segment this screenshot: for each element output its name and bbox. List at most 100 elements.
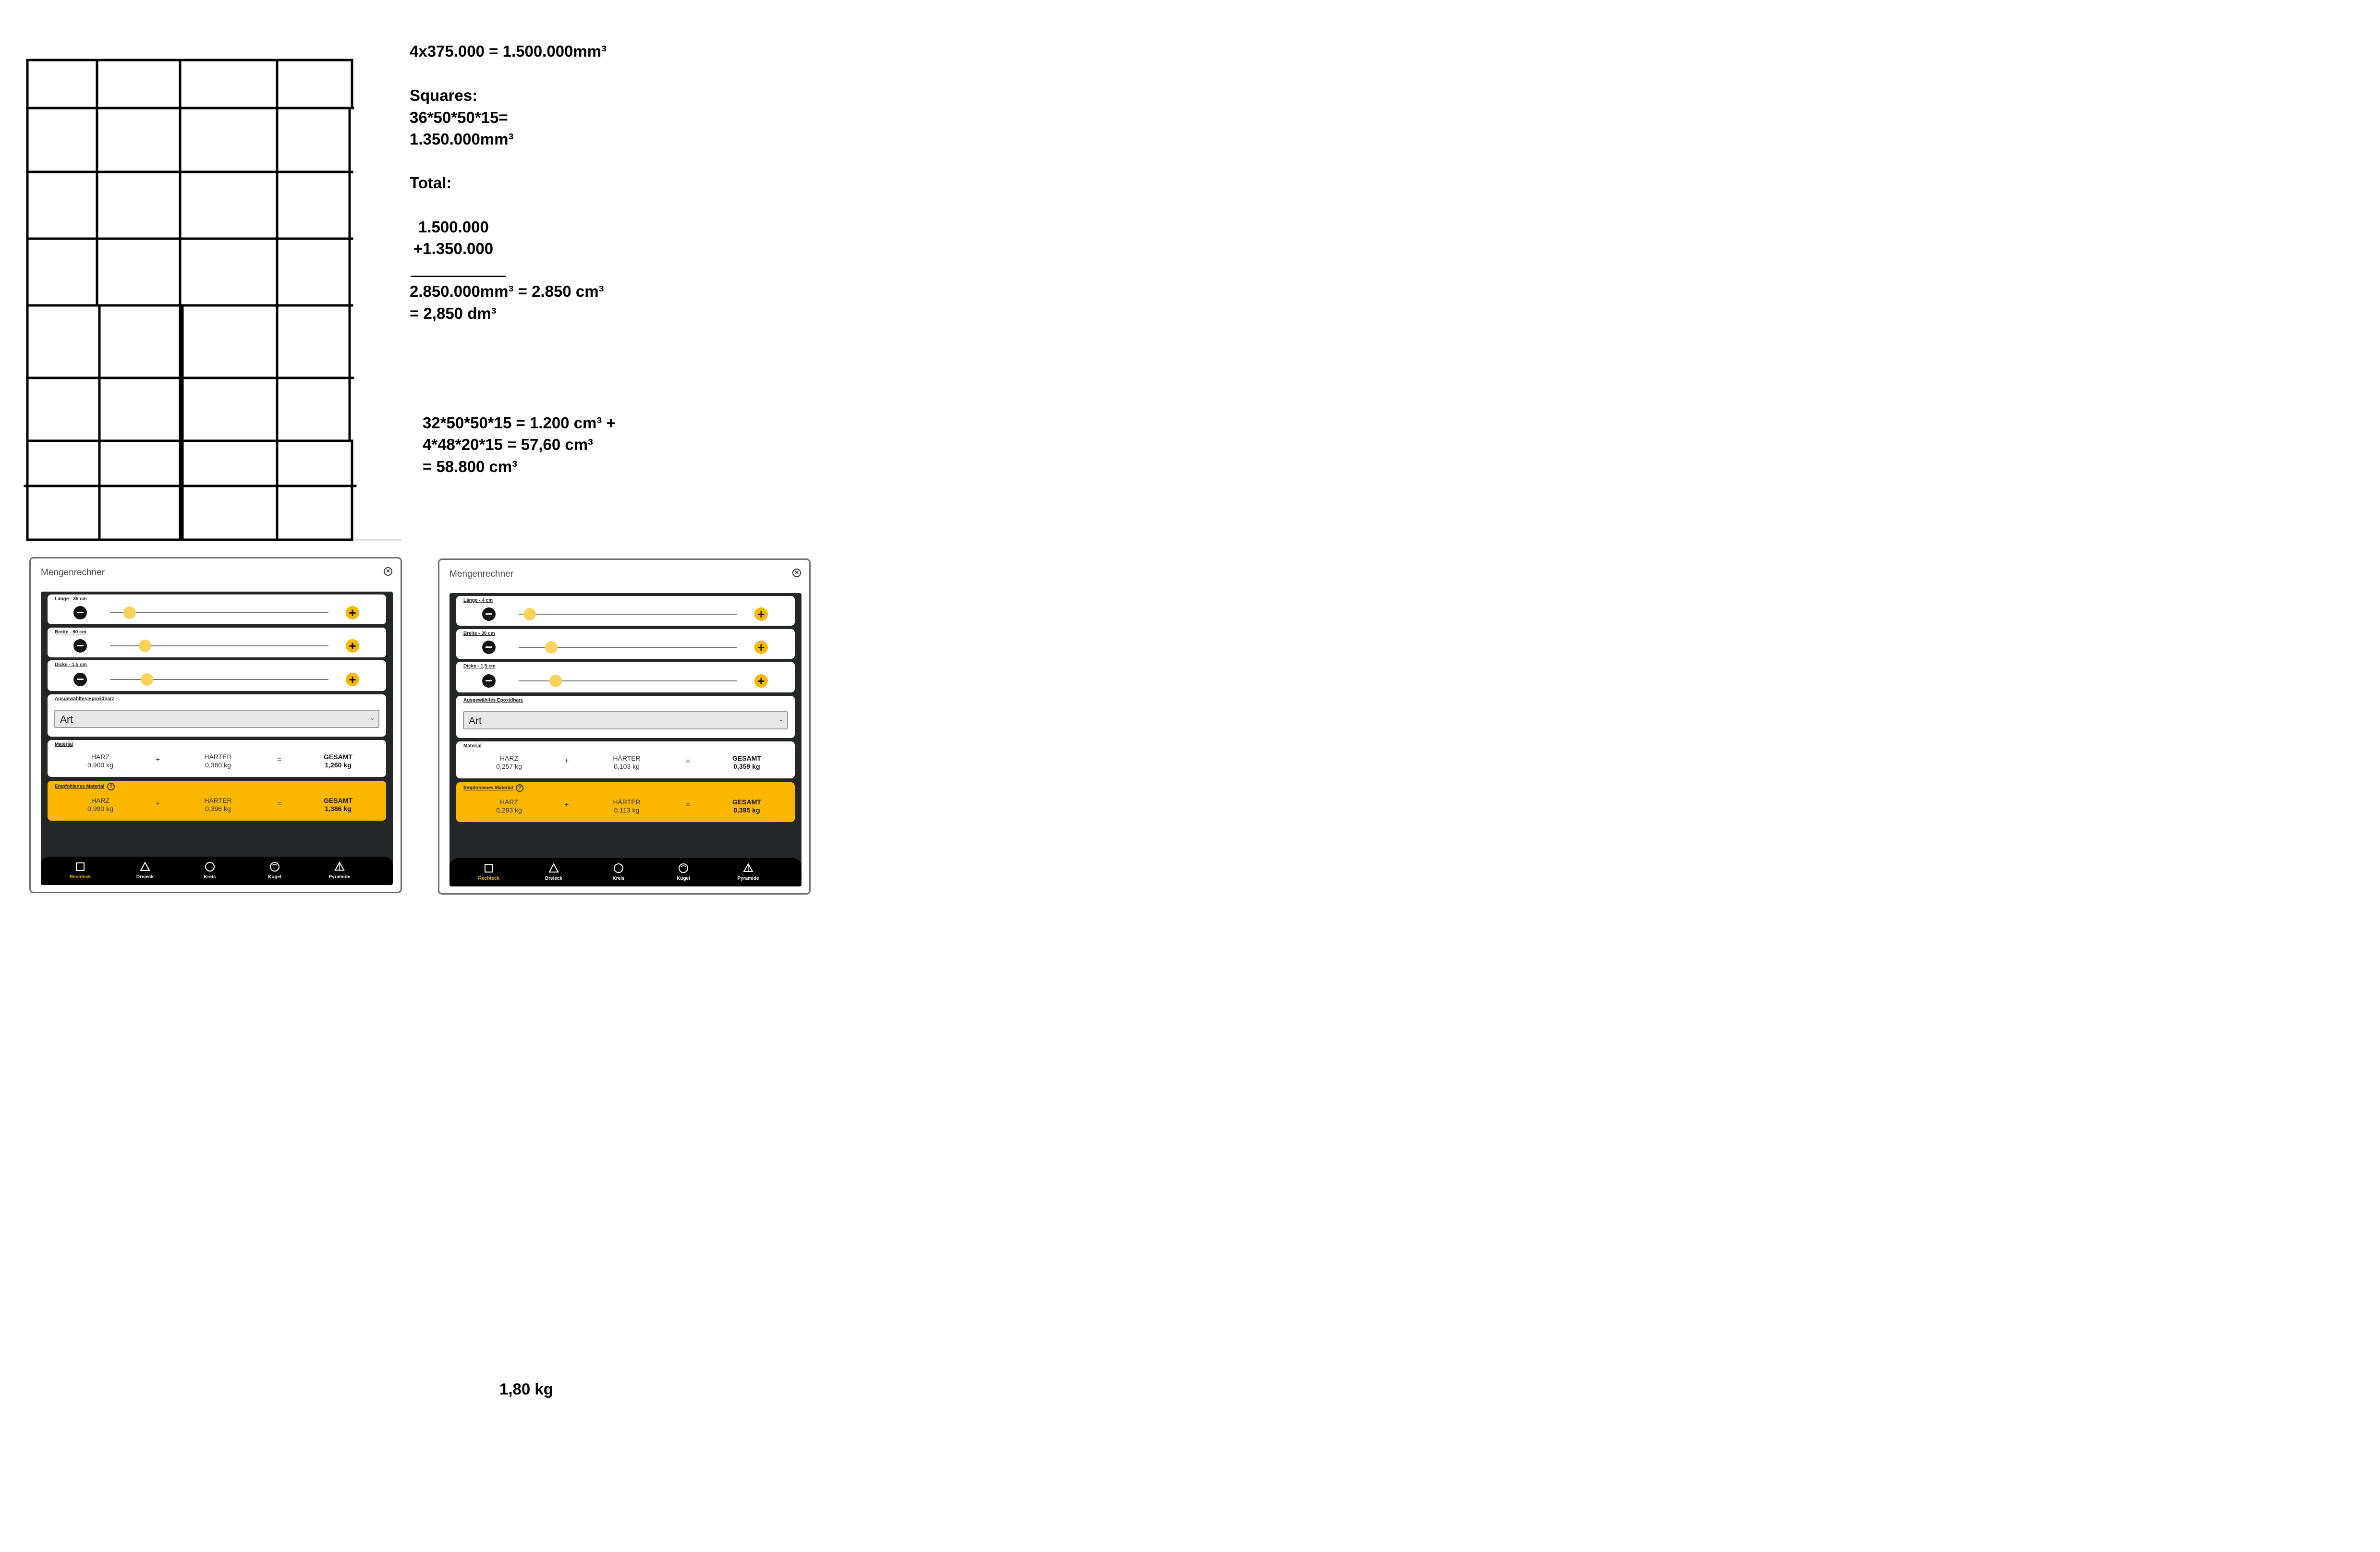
resin-label: Ausgewähltes Epoxidharz — [463, 698, 523, 703]
length-minus-button[interactable]: – — [73, 605, 87, 619]
width-minus-button[interactable]: – — [482, 640, 496, 654]
thickness-plus-button[interactable]: + — [346, 673, 359, 686]
rec-resin-label: HARZ — [91, 797, 110, 804]
thickness-slider-thumb[interactable] — [141, 673, 154, 686]
resin-amount-label: HARZ — [91, 753, 110, 761]
nav-rectangle[interactable]: Rechteck — [59, 861, 102, 880]
resin-amount-value: 0,257 kg — [496, 763, 522, 770]
length-slider[interactable] — [110, 606, 328, 619]
resin-select[interactable]: Art ⌄ — [463, 711, 788, 729]
note-line-3: 36*50*50*15= — [410, 109, 508, 126]
nav-triangle[interactable]: Dreieck — [532, 862, 575, 881]
length-slider-thumb[interactable] — [523, 608, 536, 620]
width-slider-thumb[interactable] — [138, 640, 151, 652]
resin-card: Ausgewähltes Epoxidharz Art ⌄ — [48, 694, 386, 737]
nav-label: Pyramide — [328, 874, 351, 880]
circle-icon — [204, 861, 216, 873]
rec-hardener-value: 0,396 kg — [205, 805, 231, 812]
nav-triangle[interactable]: Dreieck — [123, 861, 167, 880]
calculator-panel-1: Mengenrechner × Länge - 35 cm – + Breite… — [29, 557, 402, 893]
nav-label: Kreis — [204, 874, 216, 880]
width-slider-thumb[interactable] — [545, 641, 558, 654]
total-amount: GESAMT 0,359 kg — [720, 754, 773, 771]
plus-sign: + — [564, 801, 569, 809]
square-icon — [483, 862, 495, 874]
close-icon[interactable]: × — [792, 569, 801, 577]
thickness-minus-button[interactable]: – — [482, 673, 496, 688]
width-minus-button[interactable]: – — [73, 638, 87, 653]
nav-pyramid[interactable]: Pyramide — [727, 862, 770, 881]
rec-total-amount: GESAMT 1,386 kg — [312, 797, 364, 813]
note-line-2: Squares: — [410, 86, 478, 104]
thickness-slider[interactable] — [110, 673, 328, 686]
grid-sketch — [24, 59, 402, 541]
hardener-amount-label: HÄRTER — [613, 754, 641, 762]
note-line-10: 32*50*50*15 = 1.200 cm³ + — [423, 414, 616, 432]
rec-hardener-amount: HÄRTER 0,396 kg — [192, 797, 244, 813]
chevron-down-icon: ⌄ — [369, 715, 375, 721]
nav-sphere[interactable]: Kugel — [662, 862, 705, 881]
length-slider-thumb[interactable] — [123, 606, 136, 619]
rec-resin-amount: HARZ 0,283 kg — [485, 798, 533, 814]
thickness-label: Dicke - 1,5 cm — [463, 664, 496, 669]
length-slider[interactable] — [519, 608, 737, 620]
note-line-8: 2.850.000mm³ = 2.850 cm³ — [410, 282, 604, 300]
pyramid-icon — [333, 861, 346, 873]
rec-hardener-amount: HÄRTER 0,113 kg — [600, 798, 653, 814]
thickness-slider-thumb[interactable] — [549, 675, 562, 687]
nav-rectangle[interactable]: Rechteck — [467, 862, 510, 881]
nav-circle[interactable]: Kreis — [188, 861, 231, 880]
material-label: Material — [55, 742, 73, 747]
width-slider[interactable] — [110, 640, 328, 652]
width-plus-button[interactable]: + — [346, 639, 359, 653]
help-icon[interactable]: ? — [516, 784, 524, 792]
width-plus-button[interactable]: + — [754, 641, 768, 654]
length-minus-button[interactable]: – — [482, 606, 496, 621]
plus-sign: + — [564, 757, 569, 765]
width-label: Breite - 30 cm — [463, 631, 495, 636]
length-plus-button[interactable]: + — [754, 607, 768, 621]
recommended-card: Empfohlenes Material? HARZ 0,283 kg + HÄ… — [456, 782, 795, 822]
nav-circle[interactable]: Kreis — [597, 862, 640, 881]
recommended-card: Empfohlenes Material? HARZ 0,990 kg + HÄ… — [48, 781, 386, 821]
rec-resin-label: HARZ — [499, 798, 519, 806]
thickness-slider[interactable] — [519, 675, 737, 687]
close-icon[interactable]: × — [384, 567, 392, 576]
bottom-result: 1,80 kg — [499, 1380, 553, 1398]
resin-amount: HARZ 0,257 kg — [485, 754, 533, 771]
resin-label: Ausgewähltes Epoxidharz — [55, 696, 114, 702]
pyramid-icon — [742, 862, 754, 874]
note-line-12: = 58.800 cm³ — [423, 458, 518, 475]
resin-amount-label: HARZ — [499, 754, 519, 762]
note-line-6: 1.500.000 — [418, 218, 489, 236]
calc-body: Länge - 35 cm – + Breite - 90 cm – + Dic… — [41, 592, 393, 885]
resin-amount-value: 0,900 kg — [87, 761, 113, 769]
total-amount-label: GESAMT — [732, 754, 761, 762]
length-plus-button[interactable]: + — [346, 606, 359, 619]
width-slider[interactable] — [519, 641, 737, 654]
triangle-icon — [139, 861, 151, 873]
sphere-icon — [677, 862, 690, 874]
hardener-amount: HÄRTER 0,103 kg — [600, 754, 653, 771]
rec-total-value: 1,386 kg — [325, 805, 352, 812]
rec-total-value: 0,395 kg — [733, 806, 760, 814]
plus-sign: + — [156, 756, 160, 764]
nav-label: Kugel — [677, 876, 690, 881]
resin-select[interactable]: Art ⌄ — [54, 710, 379, 728]
sphere-icon — [268, 861, 281, 873]
rec-hardener-label: HÄRTER — [613, 798, 641, 806]
thickness-plus-button[interactable]: + — [754, 674, 768, 688]
resin-select-value: Art — [469, 715, 482, 727]
rec-resin-amount: HARZ 0,990 kg — [76, 797, 124, 813]
nav-label: Rechteck — [69, 874, 91, 880]
sum-rule — [411, 276, 506, 277]
recommended-label-text: Empfohlenes Material — [55, 784, 105, 789]
help-icon[interactable]: ? — [107, 783, 115, 790]
note-line-11: 4*48*20*15 = 57,60 cm³ — [423, 436, 594, 453]
nav-sphere[interactable]: Kugel — [253, 861, 296, 880]
nav-pyramid[interactable]: Pyramide — [318, 861, 361, 880]
thickness-minus-button[interactable]: – — [73, 672, 87, 686]
calc-title: Mengenrechner — [449, 569, 514, 579]
recommended-label: Empfohlenes Material? — [55, 783, 115, 790]
rec-hardener-value: 0,113 kg — [614, 806, 640, 814]
